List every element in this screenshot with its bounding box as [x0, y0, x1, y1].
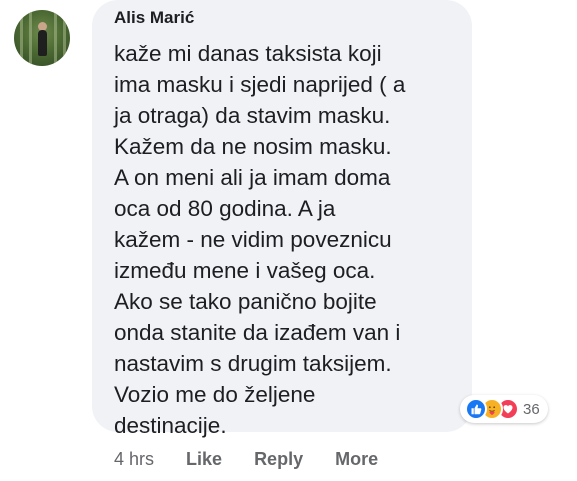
comment-line: onda stanite da izađem van i [114, 320, 401, 345]
comment-text: kaže mi danas taksista koji ima masku i … [114, 38, 464, 441]
comment-author[interactable]: Alis Marić [114, 8, 194, 28]
comment-line: Ako se tako panično bojite [114, 289, 377, 314]
comment-line: A on meni ali ja imam doma [114, 165, 391, 190]
reply-button[interactable]: Reply [254, 449, 303, 470]
comment-line: Kažem da ne nosim masku. [114, 134, 392, 159]
avatar-tree-trunk [20, 10, 23, 66]
comment-line: destinacije. [114, 413, 227, 438]
avatar-tree-trunk [63, 10, 66, 66]
comment-container: Alis Marić kaže mi danas taksista koji i… [0, 0, 577, 481]
more-button[interactable]: More [335, 449, 378, 470]
avatar[interactable] [14, 10, 70, 66]
comment-line: nastavim s drugim taksijem. [114, 351, 392, 376]
reaction-count: 36 [523, 400, 540, 418]
comment-line: ima masku i sjedi naprijed ( a [114, 72, 406, 97]
reactions-summary[interactable]: 36 [460, 395, 548, 423]
comment-line: Vozio me do željene [114, 382, 316, 407]
comment-line: kaže mi danas taksista koji [114, 41, 382, 66]
avatar-tree-trunk [29, 10, 32, 66]
like-button[interactable]: Like [186, 449, 222, 470]
comment-line: između mene i vašeg oca. [114, 258, 376, 283]
avatar-person-body [38, 30, 47, 56]
comment-timestamp[interactable]: 4 hrs [114, 449, 154, 470]
comment-actions: 4 hrs Like Reply More [114, 449, 410, 470]
comment-line: ja otraga) da stavim masku. [114, 103, 391, 128]
avatar-tree-trunk [54, 10, 57, 66]
comment-line: oca od 80 godina. A ja [114, 196, 336, 221]
comment-line: kažem - ne vidim poveznicu [114, 227, 392, 252]
like-icon [465, 398, 487, 420]
